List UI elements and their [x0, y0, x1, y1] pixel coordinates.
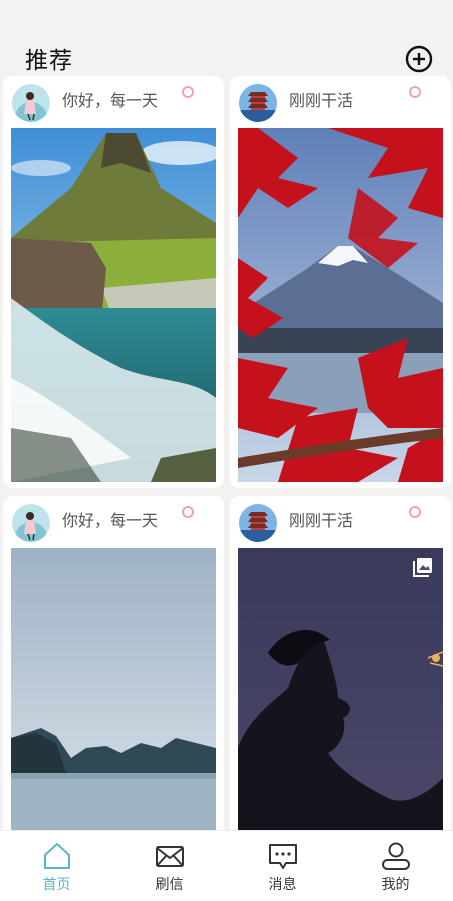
profile-icon — [382, 842, 410, 870]
status-dot — [409, 86, 421, 98]
post-card[interactable]: 你好，每一天 — [3, 76, 224, 488]
tab-mail[interactable]: 刷信 — [113, 831, 226, 901]
author-name: 刚刚干活 — [289, 511, 354, 530]
add-circle-icon[interactable] — [405, 45, 433, 73]
avatar[interactable] — [12, 84, 50, 122]
tab-messages-label: 消息 — [268, 877, 297, 893]
tab-profile[interactable]: 我的 — [339, 831, 452, 901]
tab-home[interactable]: 首页 — [0, 831, 113, 901]
status-dot — [182, 86, 194, 98]
gallery-icon — [413, 558, 432, 577]
post-card[interactable]: 刚刚干活 — [230, 496, 451, 830]
avatar[interactable] — [239, 504, 277, 542]
avatar[interactable] — [239, 84, 277, 122]
tab-mail-label: 刷信 — [155, 877, 184, 893]
author-name: 你好，每一天 — [62, 511, 159, 530]
post-card[interactable]: 你好，每一天 — [3, 496, 224, 830]
header: 推荐 — [0, 0, 453, 76]
post-card[interactable]: 刚刚干活 — [230, 76, 451, 488]
post-image[interactable] — [238, 128, 443, 482]
status-dot — [409, 506, 421, 518]
message-icon — [269, 844, 297, 869]
author-name: 刚刚干活 — [289, 91, 354, 110]
post-image[interactable] — [11, 128, 216, 482]
post-image[interactable] — [238, 548, 443, 830]
avatar[interactable] — [12, 504, 50, 542]
status-dot — [182, 506, 194, 518]
home-icon — [44, 843, 70, 869]
tab-profile-label: 我的 — [381, 877, 410, 893]
bottom-tab-bar: 首页 刷信 消息 我的 — [0, 830, 453, 901]
tab-messages[interactable]: 消息 — [226, 831, 339, 901]
post-image[interactable] — [11, 548, 216, 830]
author-name: 你好，每一天 — [62, 91, 159, 110]
recommend-feed[interactable]: 你好，每一天 刚刚干活 你好，每一天 刚刚干活 — [0, 76, 453, 830]
page-title: 推荐 — [25, 48, 73, 74]
mail-icon — [156, 846, 184, 867]
tab-home-label: 首页 — [42, 877, 71, 893]
